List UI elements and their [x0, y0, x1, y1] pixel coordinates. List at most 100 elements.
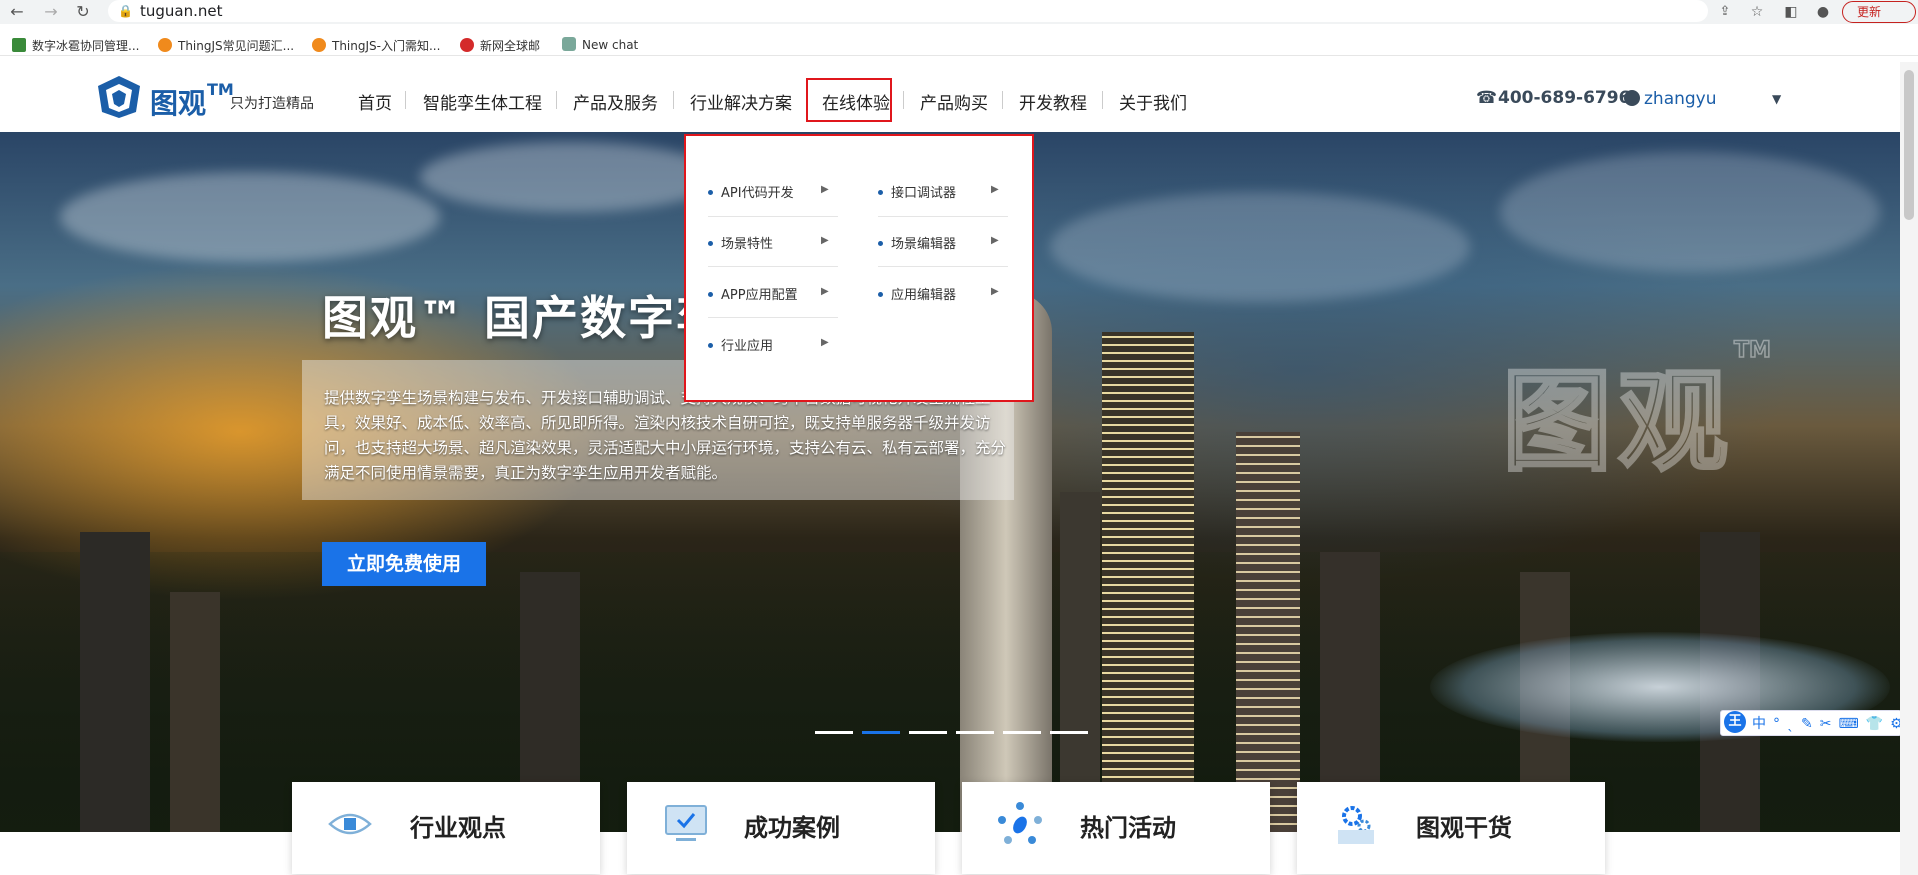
card-label: 成功案例: [744, 814, 840, 842]
dropdown-item-scene-editor[interactable]: 场景编辑器: [878, 233, 956, 252]
dropdown-item-app-editor[interactable]: 应用编辑器: [878, 284, 956, 303]
brand-watermark-tm: TM: [1733, 337, 1771, 364]
card-label: 图观干货: [1416, 814, 1512, 842]
dropdown-item-label: 场景特性: [721, 237, 774, 252]
building-decor: [170, 592, 220, 832]
phone-number[interactable]: 400-689-6796: [1498, 88, 1630, 108]
arrow-right-icon: ▶: [821, 184, 829, 195]
dropdown-divider: [708, 216, 838, 217]
star-icon[interactable]: ☆: [1746, 1, 1768, 23]
dropdown-item-label: 应用编辑器: [891, 288, 957, 303]
logo-text[interactable]: 图观: [150, 82, 206, 122]
building-decor: [1060, 492, 1100, 832]
update-label: 更新: [1857, 5, 1882, 19]
lock-icon: 🔒: [118, 4, 133, 18]
bookmark-item[interactable]: ThingJS-入门需知...: [312, 37, 440, 54]
dropdown-divider: [878, 266, 1008, 267]
dropdown-item-api-debugger[interactable]: 接口调试器: [878, 182, 956, 201]
carousel-dot[interactable]: [956, 731, 994, 734]
bullet-icon: [878, 292, 883, 297]
bookmark-item[interactable]: 新网全球邮: [460, 37, 540, 54]
bookmark-favicon-icon: [312, 38, 326, 52]
ime-logo-icon[interactable]: 王: [1724, 711, 1746, 733]
dropdown-item-label: 行业应用: [721, 339, 774, 354]
nav-separator: [556, 91, 557, 109]
bookmark-label: ThingJS常见问题汇...: [178, 39, 295, 53]
forward-icon[interactable]: →: [40, 1, 62, 23]
arrow-right-icon: ▶: [991, 286, 999, 297]
dropdown-divider: [878, 216, 1008, 217]
arrow-right-icon: ▶: [821, 337, 829, 348]
ime-tool-icons[interactable]: 中°ˎ✎✂⌨👕⚙: [1752, 713, 1910, 733]
cloud-decor: [1050, 192, 1470, 302]
carousel-dot[interactable]: [909, 731, 947, 734]
building-decor: [80, 532, 150, 832]
dropdown-item-scene-features[interactable]: 场景特性: [708, 233, 773, 252]
arrow-right-icon: ▶: [821, 235, 829, 246]
caret-down-icon[interactable]: ▼: [1772, 92, 1781, 106]
nav-home[interactable]: 首页: [358, 89, 392, 114]
carousel-dot[interactable]: [1050, 731, 1088, 734]
dropdown-item-label: 场景编辑器: [891, 237, 957, 252]
nav-purchase[interactable]: 产品购买: [920, 89, 988, 114]
bookmark-favicon-icon: [12, 38, 26, 52]
card-label: 热门活动: [1080, 814, 1176, 842]
nav-highlight-box: [806, 78, 892, 122]
eye-cube-icon: [328, 813, 372, 835]
free-trial-button[interactable]: 立即免费使用: [322, 542, 486, 586]
cloud-decor: [60, 172, 440, 262]
arrow-right-icon: ▶: [991, 235, 999, 246]
back-icon[interactable]: ←: [6, 1, 28, 23]
nav-separator: [673, 91, 674, 109]
carousel-dot[interactable]: [862, 731, 900, 734]
bookmark-label: ThingJS-入门需知...: [332, 39, 441, 53]
username[interactable]: zhangyu: [1644, 89, 1717, 109]
user-avatar-icon[interactable]: [1624, 90, 1640, 106]
reload-icon[interactable]: ↻: [72, 1, 94, 23]
bullet-icon: [708, 190, 713, 195]
nav-separator: [1002, 91, 1003, 109]
share-icon[interactable]: ⇪: [1714, 1, 1736, 23]
nav-about-us[interactable]: 关于我们: [1119, 89, 1187, 114]
update-button[interactable]: 更新: [1842, 1, 1916, 23]
sidepanel-icon[interactable]: ◧: [1780, 1, 1802, 23]
logo-icon[interactable]: [96, 74, 142, 120]
nav-digital-twin-engineering[interactable]: 智能孪生体工程: [423, 89, 542, 114]
dropdown-divider: [708, 317, 838, 318]
url-text: tuguan.net: [140, 2, 223, 20]
arrow-right-icon: ▶: [991, 184, 999, 195]
dropdown-item-label: 接口调试器: [891, 186, 957, 201]
dropdown-item-industry-apps[interactable]: 行业应用: [708, 335, 773, 354]
profile-icon[interactable]: ●: [1812, 1, 1834, 23]
brand-watermark: 图观: [1501, 357, 1734, 488]
bookmark-label: 新网全球邮: [480, 39, 541, 53]
carousel-dot[interactable]: [815, 731, 853, 734]
dropdown-item-app-config[interactable]: APP应用配置: [708, 284, 798, 303]
monitor-check-icon: [665, 805, 707, 841]
bookmark-favicon-icon: [562, 37, 576, 51]
dropdown-item-api-dev[interactable]: API代码开发: [708, 182, 794, 201]
nav-separator: [903, 91, 904, 109]
bookmark-favicon-icon: [460, 38, 474, 52]
bookmark-item[interactable]: ThingJS常见问题汇...: [158, 37, 294, 54]
card-label: 行业观点: [410, 814, 506, 842]
arrow-right-icon: ▶: [821, 286, 829, 297]
bookmark-favicon-icon: [158, 38, 172, 52]
tower-decor: [1236, 432, 1300, 832]
address-bar[interactable]: [108, 0, 1708, 22]
carousel-dot[interactable]: [1003, 731, 1041, 734]
gears-icon: [1338, 806, 1374, 844]
bullet-icon: [878, 241, 883, 246]
cloud-decor: [1500, 152, 1880, 272]
logo-slogan: 只为打造精品: [230, 96, 314, 112]
bookmark-item[interactable]: 数字冰雹协同管理...: [12, 37, 139, 54]
dropdown-item-label: API代码开发: [721, 186, 794, 201]
nav-dev-tutorial[interactable]: 开发教程: [1019, 89, 1087, 114]
bookmark-label: 数字冰雹协同管理...: [32, 39, 140, 53]
nav-products-services[interactable]: 产品及服务: [573, 89, 658, 114]
scrollbar-thumb[interactable]: [1904, 70, 1914, 220]
nav-industry-solutions[interactable]: 行业解决方案: [690, 89, 792, 114]
nav-separator: [405, 91, 406, 109]
dropdown-divider: [708, 266, 838, 267]
bookmark-item[interactable]: New chat: [562, 37, 638, 52]
